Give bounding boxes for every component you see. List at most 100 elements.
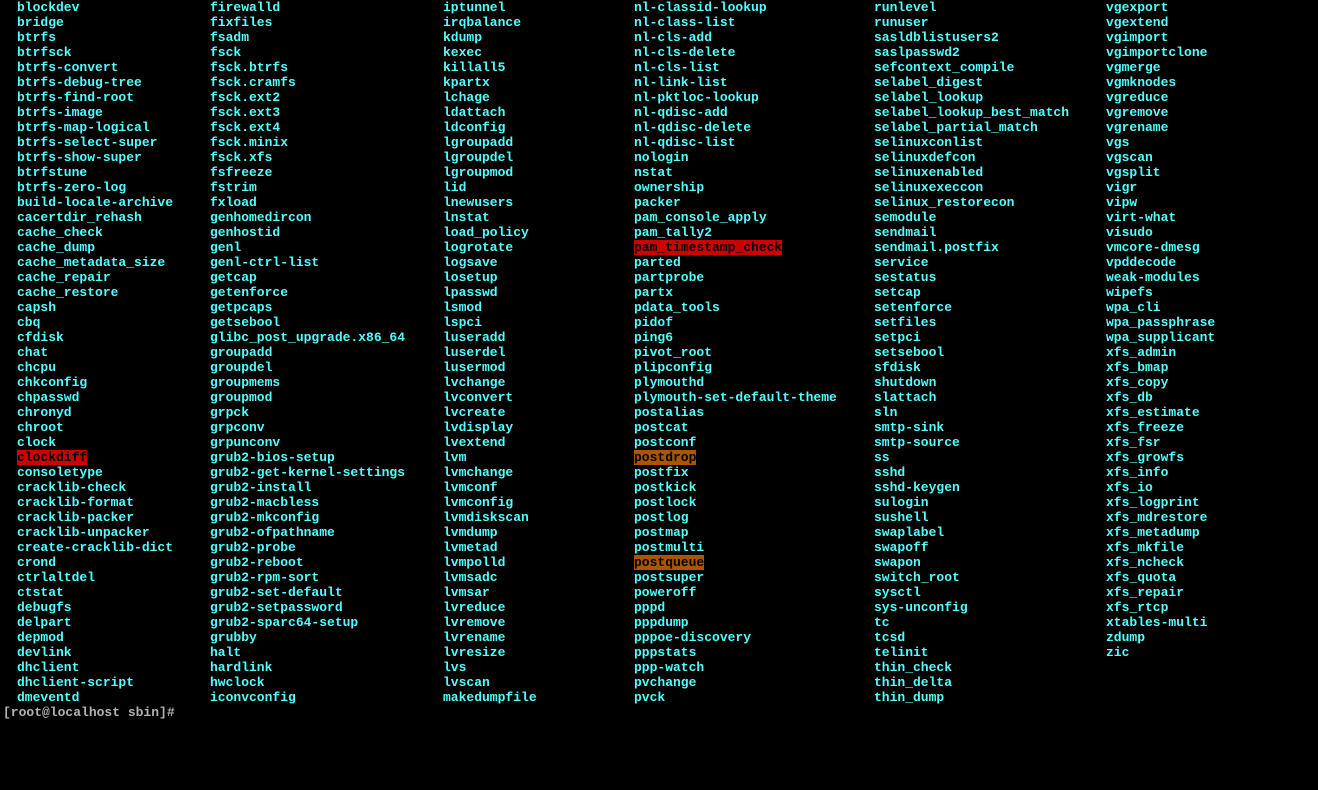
file-name: swapoff — [874, 540, 929, 555]
file-name: getcap — [210, 270, 257, 285]
file-name: service — [874, 255, 929, 270]
file-entry: dhclient — [17, 660, 196, 675]
file-name: vgreduce — [1106, 90, 1168, 105]
file-name: setcap — [874, 285, 921, 300]
file-entry: create-cracklib-dict — [17, 540, 196, 555]
file-entry: cache_restore — [17, 285, 196, 300]
file-name: btrfs-select-super — [17, 135, 157, 150]
file-entry: firewalld — [210, 0, 429, 15]
file-name: btrfs-zero-log — [17, 180, 126, 195]
file-name: lvmetad — [443, 540, 498, 555]
file-entry: chkconfig — [17, 375, 196, 390]
file-entry: btrfsck — [17, 45, 196, 60]
file-entry: ctstat — [17, 585, 196, 600]
file-name: crond — [17, 555, 56, 570]
file-entry: postmulti — [634, 540, 860, 555]
file-name: lvmchange — [443, 465, 513, 480]
file-name: fsck.ext2 — [210, 90, 280, 105]
file-name: vgmknodes — [1106, 75, 1176, 90]
file-name: lvmconf — [443, 480, 498, 495]
file-entry: nl-class-list — [634, 15, 860, 30]
file-name: halt — [210, 645, 241, 660]
file-name: fsck.xfs — [210, 150, 272, 165]
file-name: consoletype — [17, 465, 103, 480]
file-name: fixfiles — [210, 15, 272, 30]
file-entry: saslpasswd2 — [874, 45, 1092, 60]
file-name: btrfs-image — [17, 105, 103, 120]
file-entry: selinuxconlist — [874, 135, 1092, 150]
file-name: pam_timestamp_check — [634, 240, 782, 255]
file-name: tcsd — [874, 630, 905, 645]
file-entry: fsck.cramfs — [210, 75, 429, 90]
file-entry: nstat — [634, 165, 860, 180]
file-entry: kdump — [443, 30, 620, 45]
file-name: hwclock — [210, 675, 265, 690]
file-name: dhclient-script — [17, 675, 134, 690]
file-name: btrfs — [17, 30, 56, 45]
file-name: thin_dump — [874, 690, 944, 705]
file-name: chcpu — [17, 360, 56, 375]
file-name: xfs_info — [1106, 465, 1168, 480]
file-entry: sfdisk — [874, 360, 1092, 375]
file-entry: lchage — [443, 90, 620, 105]
file-entry: sln — [874, 405, 1092, 420]
file-entry: luserdel — [443, 345, 620, 360]
file-name: nstat — [634, 165, 673, 180]
file-entry: vgmknodes — [1106, 75, 1306, 90]
file-name: lvmdiskscan — [443, 510, 529, 525]
file-entry: pivot_root — [634, 345, 860, 360]
file-name: wpa_cli — [1106, 300, 1161, 315]
file-name: lid — [443, 180, 466, 195]
file-name: chat — [17, 345, 48, 360]
file-name: pppdump — [634, 615, 689, 630]
file-name: grubby — [210, 630, 257, 645]
file-name: pvchange — [634, 675, 696, 690]
file-name: clock — [17, 435, 56, 450]
file-name: chronyd — [17, 405, 72, 420]
file-entry: lvs — [443, 660, 620, 675]
file-entry: xfs_admin — [1106, 345, 1306, 360]
file-name: postfix — [634, 465, 689, 480]
file-entry: selabel_digest — [874, 75, 1092, 90]
file-name: selinuxexeccon — [874, 180, 983, 195]
file-entry: chcpu — [17, 360, 196, 375]
file-name: weak-modules — [1106, 270, 1200, 285]
file-entry: pppdump — [634, 615, 860, 630]
file-entry: pidof — [634, 315, 860, 330]
file-entry: getsebool — [210, 315, 429, 330]
file-entry: xfs_freeze — [1106, 420, 1306, 435]
file-name: setpci — [874, 330, 921, 345]
file-entry: service — [874, 255, 1092, 270]
file-name: fsck.ext3 — [210, 105, 280, 120]
file-entry: fsck.ext2 — [210, 90, 429, 105]
file-name: pivot_root — [634, 345, 712, 360]
file-entry: setcap — [874, 285, 1092, 300]
file-entry: btrfs-find-root — [17, 90, 196, 105]
file-entry: postkick — [634, 480, 860, 495]
file-name: virt-what — [1106, 210, 1176, 225]
file-entry: nl-pktloc-lookup — [634, 90, 860, 105]
file-name: iptunnel — [443, 0, 505, 15]
file-entry: capsh — [17, 300, 196, 315]
file-name: cache_restore — [17, 285, 118, 300]
file-name: xfs_rtcp — [1106, 600, 1168, 615]
file-entry: zic — [1106, 645, 1306, 660]
file-name: logrotate — [443, 240, 513, 255]
file-entry: vgrename — [1106, 120, 1306, 135]
file-name: vgs — [1106, 135, 1129, 150]
file-name: lvmsadc — [443, 570, 498, 585]
file-entry: xfs_copy — [1106, 375, 1306, 390]
file-entry: smtp-source — [874, 435, 1092, 450]
file-entry: killall5 — [443, 60, 620, 75]
file-name: xfs_freeze — [1106, 420, 1184, 435]
file-entry: nl-cls-delete — [634, 45, 860, 60]
file-entry: xfs_io — [1106, 480, 1306, 495]
file-name: cacertdir_rehash — [17, 210, 142, 225]
terminal[interactable]: blockdevbridgebtrfsbtrfsckbtrfs-convertb… — [0, 0, 1318, 720]
file-entry: groupmod — [210, 390, 429, 405]
file-entry: pppstats — [634, 645, 860, 660]
file-name: cracklib-format — [17, 495, 134, 510]
file-entry: selinuxenabled — [874, 165, 1092, 180]
shell-prompt[interactable]: [root@localhost sbin]# — [3, 705, 1315, 720]
file-entry: genhomedircon — [210, 210, 429, 225]
